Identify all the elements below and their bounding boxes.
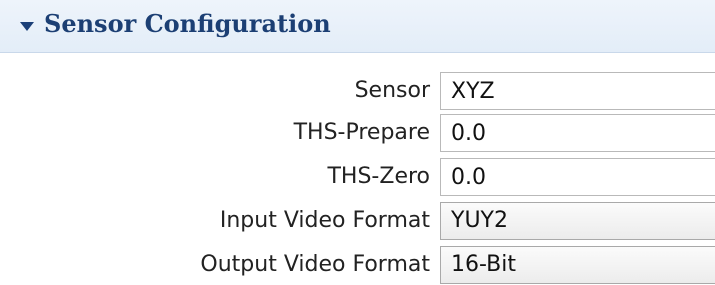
output-video-format-select[interactable]: 16-Bit bbox=[440, 246, 715, 284]
ths-zero-row: THS-Zero bbox=[0, 158, 715, 198]
input-video-format-label: Input Video Format bbox=[219, 208, 430, 233]
sensor-label: Sensor bbox=[354, 78, 430, 103]
output-video-format-row: Output Video Format 16-Bit bbox=[0, 246, 715, 285]
triangle-down-icon[interactable] bbox=[20, 22, 34, 31]
ths-prepare-input[interactable] bbox=[440, 114, 715, 152]
output-video-format-label: Output Video Format bbox=[200, 252, 430, 277]
section-header[interactable]: Sensor Configuration bbox=[0, 0, 715, 53]
input-video-format-select[interactable]: YUY2 bbox=[440, 202, 715, 240]
section-title[interactable]: Sensor Configuration bbox=[44, 9, 331, 38]
sensor-input[interactable] bbox=[440, 72, 715, 110]
ths-prepare-row: THS-Prepare bbox=[0, 114, 715, 154]
input-video-format-row: Input Video Format YUY2 bbox=[0, 202, 715, 242]
sensor-row: Sensor bbox=[0, 72, 715, 112]
ths-prepare-label: THS-Prepare bbox=[293, 120, 430, 145]
sensor-configuration-panel: Sensor Configuration Sensor THS-Prepare … bbox=[0, 0, 715, 285]
ths-zero-label: THS-Zero bbox=[327, 164, 430, 189]
ths-zero-input[interactable] bbox=[440, 158, 715, 196]
